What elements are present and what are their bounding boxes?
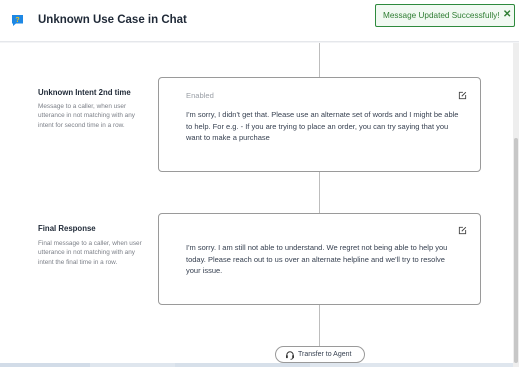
section-description: Final message to a caller, when user utt…	[38, 240, 142, 266]
main-content: Unknown Intent 2nd time Message to a cal…	[0, 43, 513, 363]
page-title: Unknown Use Case in Chat	[38, 14, 187, 26]
status-label: Enabled	[186, 91, 214, 100]
message-text: I'm sorry, I didn't get that. Please use…	[186, 110, 459, 142]
toast-message: Message Updated Successfully!	[383, 11, 500, 20]
section-title: Unknown Intent 2nd time	[38, 88, 131, 97]
edit-icon[interactable]	[458, 226, 467, 235]
message-card[interactable]: Enabled I'm sorry, I didn't get that. Pl…	[158, 77, 481, 172]
flow-connector	[319, 172, 320, 213]
transfer-button-label: Transfer to Agent	[298, 351, 352, 358]
message-card[interactable]: I'm sorry. I am still not able to unders…	[158, 213, 481, 305]
svg-text:?: ?	[15, 17, 19, 24]
close-icon[interactable]: ✕	[503, 9, 511, 20]
section-title: Final Response	[38, 224, 96, 233]
scrollbar-thumb[interactable]	[514, 138, 518, 363]
flow-connector	[319, 43, 320, 77]
success-toast: Message Updated Successfully! ✕	[375, 4, 515, 27]
vertical-scrollbar[interactable]	[513, 43, 519, 367]
bottom-strip-segment	[0, 363, 90, 367]
bottom-strip-segment	[175, 363, 310, 367]
section-description: Message to a caller, when user utterance…	[38, 103, 135, 129]
transfer-to-agent-button[interactable]: Transfer to Agent	[275, 346, 365, 363]
chat-question-icon: ?	[12, 15, 23, 26]
message-text: I'm sorry. I am still not able to unders…	[186, 243, 448, 275]
flow-connector	[319, 305, 320, 346]
headset-icon	[286, 351, 294, 360]
edit-icon[interactable]	[458, 91, 467, 100]
